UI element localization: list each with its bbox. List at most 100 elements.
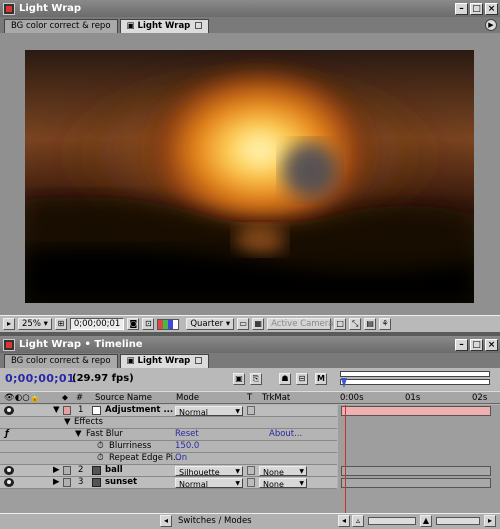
work-area-bar[interactable]: [340, 379, 490, 385]
effect-name: Fast Blur: [86, 429, 123, 439]
view-layout-icon[interactable]: □: [334, 318, 347, 330]
snapshot-icon[interactable]: ◙: [127, 318, 140, 330]
zoom-slider[interactable]: [368, 517, 416, 525]
param-name: Blurriness: [109, 441, 152, 451]
current-time-display[interactable]: 0;00;00;01: [5, 372, 75, 385]
twirl-down-icon[interactable]: ▼: [75, 429, 82, 440]
camera-dropdown[interactable]: Active Camera: [267, 318, 334, 330]
close-tab-icon[interactable]: [195, 357, 203, 364]
fps-label: (29.97 fps): [72, 373, 134, 384]
preserve-transparency-checkbox[interactable]: [247, 406, 255, 415]
effect-switch-icon[interactable]: ƒ: [5, 429, 9, 440]
zoom-dropdown[interactable]: 25% ▾: [18, 318, 52, 330]
trkmat-dropdown[interactable]: None: [259, 466, 307, 477]
preserve-transparency-checkbox[interactable]: [247, 478, 255, 487]
zoom-in-icon[interactable]: ▲: [420, 515, 432, 527]
timeline-titlebar[interactable]: Light Wrap • Timeline – □ ×: [0, 336, 500, 353]
resolution-dropdown[interactable]: Quarter ▾: [186, 318, 235, 330]
tab-bg-color-correct[interactable]: BG color correct & repo: [4, 354, 118, 368]
timeline-tabs: BG color correct & repo ▣ Light Wrap: [0, 353, 500, 368]
comp-flowchart-icon[interactable]: ⎘: [250, 373, 262, 385]
param-value[interactable]: On: [175, 453, 187, 464]
minimize-button[interactable]: –: [455, 2, 468, 15]
motion-blur-button[interactable]: M: [315, 373, 327, 385]
layer-name[interactable]: Adjustment ...: [105, 405, 173, 416]
maximize-button[interactable]: □: [470, 338, 483, 351]
show-snapshot-icon[interactable]: ⊡: [142, 318, 155, 330]
safe-zones-icon[interactable]: ⊞: [54, 318, 67, 330]
column-source-name-header[interactable]: Source Name: [95, 393, 152, 403]
close-tab-icon[interactable]: [195, 22, 203, 29]
playhead-line-lower: [345, 489, 346, 513]
playhead-line[interactable]: [345, 405, 346, 489]
switches-toggle-left-icon[interactable]: ◂: [160, 515, 172, 527]
scroll-left-icon[interactable]: ◂: [338, 515, 350, 527]
mode-dropdown[interactable]: Normal: [175, 406, 243, 417]
comp-viewer[interactable]: [0, 33, 500, 315]
rgb-channels-icon[interactable]: [157, 318, 180, 330]
layer-row-3[interactable]: ▶ 3 sunset Normal None: [0, 477, 337, 489]
minimize-button[interactable]: –: [455, 338, 468, 351]
layer-bar-1[interactable]: [341, 406, 491, 416]
param-row-blurriness[interactable]: ⏱ Blurriness 150.0: [0, 441, 337, 453]
switches-modes-toggle[interactable]: Switches / Modes: [178, 516, 252, 526]
reset-link[interactable]: Reset: [175, 429, 199, 440]
layer-column-header: 👁◐○🔒 ⬥ # Source Name Mode T TrkMat 0:00s…: [0, 391, 500, 404]
trkmat-dropdown[interactable]: None: [259, 478, 307, 489]
layer-name[interactable]: ball: [105, 465, 123, 476]
flowchart-icon[interactable]: ⚘: [379, 318, 392, 330]
preserve-transparency-checkbox[interactable]: [247, 466, 255, 475]
maximize-button[interactable]: □: [470, 2, 483, 15]
comp-window-titlebar[interactable]: Light Wrap – □ ×: [0, 0, 500, 17]
eye-icon[interactable]: [4, 478, 14, 487]
eye-icon[interactable]: [4, 406, 14, 415]
mode-dropdown[interactable]: Normal: [175, 478, 243, 489]
stopwatch-icon[interactable]: ⏱: [97, 441, 104, 452]
effects-group-row[interactable]: ▼ Effects: [0, 417, 337, 429]
region-of-interest-icon[interactable]: ▭: [237, 318, 250, 330]
pixel-aspect-icon[interactable]: ⤡: [349, 318, 362, 330]
time-navigator[interactable]: [340, 371, 490, 377]
layer-row-1[interactable]: ▼ 1 Adjustment ... Normal: [0, 405, 337, 417]
eye-icon[interactable]: [4, 466, 14, 475]
grid-icon[interactable]: ▤: [364, 318, 377, 330]
scroll-right-icon[interactable]: ▸: [484, 515, 496, 527]
transparency-grid-icon[interactable]: ▦: [252, 318, 265, 330]
label-color-swatch[interactable]: [63, 478, 71, 487]
layer-name[interactable]: sunset: [105, 477, 137, 488]
horizontal-scrollbar[interactable]: [436, 517, 480, 525]
tab-light-wrap[interactable]: ▣ Light Wrap: [119, 354, 210, 368]
time-graph[interactable]: [338, 405, 500, 489]
param-row-repeat-edge[interactable]: ⏱ Repeat Edge Pi... On: [0, 453, 337, 465]
label-color-swatch[interactable]: [63, 406, 71, 415]
label-column-icon: ⬥: [62, 393, 68, 403]
twirl-down-icon[interactable]: ▼: [53, 405, 60, 416]
comp-marker-icon[interactable]: ▣: [233, 373, 245, 385]
column-mode-header: Mode: [176, 393, 200, 403]
tab-light-wrap[interactable]: ▣ Light Wrap: [119, 19, 210, 33]
twirl-right-icon[interactable]: ▶: [53, 477, 60, 488]
tab-bg-color-correct[interactable]: BG color correct & repo: [4, 19, 118, 33]
layer-row-2[interactable]: ▶ 2 ball Silhouette Alpha None: [0, 465, 337, 488]
timeline-window: Light Wrap • Timeline – □ × BG color cor…: [0, 336, 500, 529]
about-link[interactable]: About...: [269, 429, 302, 440]
close-button[interactable]: ×: [485, 2, 498, 15]
effect-row-fast-blur[interactable]: ƒ ▼ Fast Blur Reset About...: [0, 429, 337, 441]
zoom-out-icon[interactable]: ▵: [352, 515, 364, 527]
empty-layer-area: [0, 489, 500, 513]
layer-bar-2[interactable]: [341, 466, 491, 476]
twirl-right-icon[interactable]: ▶: [53, 465, 60, 476]
param-value[interactable]: 150.0: [175, 441, 199, 452]
mode-dropdown[interactable]: Silhouette Alpha: [175, 466, 243, 488]
twirl-down-icon[interactable]: ▼: [64, 417, 71, 428]
current-time-field[interactable]: 0;00;00;01: [69, 318, 125, 330]
layer-bar-3[interactable]: [341, 478, 491, 488]
close-button[interactable]: ×: [485, 338, 498, 351]
always-preview-button[interactable]: ▸: [3, 318, 15, 330]
shy-icon[interactable]: ☗: [279, 373, 291, 385]
stopwatch-icon[interactable]: ⏱: [97, 453, 104, 464]
comp-icon: ▣: [126, 356, 138, 366]
label-color-swatch[interactable]: [63, 466, 71, 475]
panel-menu-icon[interactable]: ▶: [485, 19, 497, 31]
frame-blending-icon[interactable]: ⊟: [296, 373, 308, 385]
